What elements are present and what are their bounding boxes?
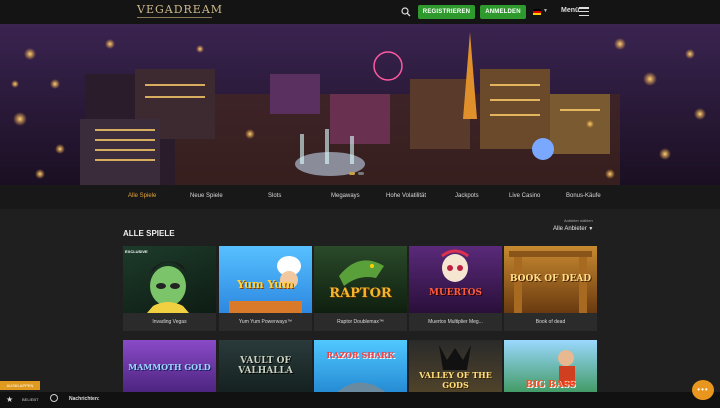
- game-thumb-title: BOOK OF DEAD: [509, 274, 592, 284]
- raptor-illustration: [339, 260, 384, 286]
- popular-label[interactable]: BELIEBT: [22, 397, 38, 402]
- hero-dot-2[interactable]: [358, 172, 364, 175]
- star-icon[interactable]: ★: [6, 395, 13, 404]
- game-thumb: MUERTOS: [409, 246, 502, 313]
- game-card[interactable]: Yum Yum Yum Yum Powerways™: [219, 246, 312, 331]
- register-button[interactable]: REGISTRIEREN: [418, 5, 475, 19]
- game-thumb-title: Yum Yum: [237, 278, 294, 291]
- section-title: ALLE SPIELE: [123, 229, 175, 238]
- tab-megaways[interactable]: Megaways: [331, 193, 360, 199]
- tab-live-casino[interactable]: Live Casino: [509, 193, 540, 199]
- elvis-alien-illustration: [147, 261, 189, 313]
- chevron-down-icon[interactable]: ▼: [543, 8, 548, 14]
- game-card[interactable]: RAPTOR Raptor Doublemax™: [314, 246, 407, 331]
- game-name: Muertos Multiplier Meg...: [428, 319, 483, 325]
- logo-underline: [137, 17, 212, 18]
- hero-banner[interactable]: [0, 24, 720, 185]
- game-thumb: BOOK OF DEAD: [504, 246, 597, 313]
- hero-dot-1[interactable]: [349, 172, 355, 175]
- game-thumb-title: VAULT OF VALHALLA: [238, 356, 293, 376]
- tab-jackpots[interactable]: Jackpots: [455, 193, 479, 199]
- menu-label[interactable]: Menü: [561, 7, 579, 14]
- tab-neue-spiele[interactable]: Neue Spiele: [190, 193, 223, 199]
- game-name: Raptor Doublemax™: [337, 319, 384, 325]
- bottom-bar: [0, 392, 720, 408]
- clock-icon[interactable]: [50, 394, 58, 402]
- category-nav: Alle Spiele Neue Spiele Slots Megaways H…: [0, 185, 720, 209]
- tab-alle-spiele[interactable]: Alle Spiele: [128, 193, 156, 199]
- provider-label: Anbieter wählen: [564, 218, 593, 223]
- hero-pagination: [349, 172, 364, 175]
- chat-icon[interactable]: •••: [692, 380, 714, 400]
- game-card[interactable]: EXCLUSIVE Invading Vegas: [123, 246, 216, 331]
- provider-select-value: Alle Anbieter: [553, 226, 587, 232]
- game-thumb-title: RAPTOR: [329, 286, 392, 301]
- hero-city-illustration: [0, 24, 720, 185]
- chevron-down-icon: ▼: [588, 226, 594, 232]
- logo[interactable]: VEGADREAM: [137, 3, 223, 16]
- game-name: Invading Vegas: [152, 319, 187, 325]
- skull-illustration: [441, 249, 469, 282]
- game-thumb-title: MUERTOS: [428, 288, 483, 298]
- game-thumb-title: VALLEY OF THE GODS: [419, 370, 492, 390]
- game-thumb: EXCLUSIVE: [123, 246, 216, 313]
- game-thumb-title: RAZOR SHARK: [326, 350, 395, 360]
- hamburger-icon[interactable]: [579, 7, 589, 17]
- game-name: Book of dead: [535, 319, 566, 325]
- game-thumb-title: MAMMOTH GOLD: [128, 362, 211, 372]
- top-header: VEGADREAM REGISTRIEREN ANMELDEN ▼ Menü: [0, 0, 720, 24]
- game-thumb-title: BIG BASS: [525, 380, 576, 390]
- expand-tab[interactable]: AUSKLAPPEN: [0, 381, 40, 390]
- page: VEGADREAM REGISTRIEREN ANMELDEN ▼ Menü A…: [0, 0, 720, 408]
- game-card[interactable]: BOOK OF DEAD Book of dead: [504, 246, 597, 331]
- login-button[interactable]: ANMELDEN: [480, 5, 526, 19]
- game-card[interactable]: MUERTOS Muertos Multiplier Meg...: [409, 246, 502, 331]
- game-name: Yum Yum Powerways™: [238, 319, 293, 325]
- tab-slots[interactable]: Slots: [268, 193, 281, 199]
- tab-bonus-kaeufe[interactable]: Bonus-Käufe: [566, 193, 601, 199]
- provider-select[interactable]: Alle Anbieter ▼: [553, 226, 593, 232]
- flag-de-icon[interactable]: [533, 9, 541, 15]
- messages-label: Nachrichten:: [69, 396, 100, 402]
- search-icon[interactable]: [401, 7, 411, 17]
- tab-hohe-volatilitaet[interactable]: Hohe Volatilität: [386, 193, 426, 199]
- game-thumb: RAPTOR: [314, 246, 407, 313]
- game-thumb: Yum Yum: [219, 246, 312, 313]
